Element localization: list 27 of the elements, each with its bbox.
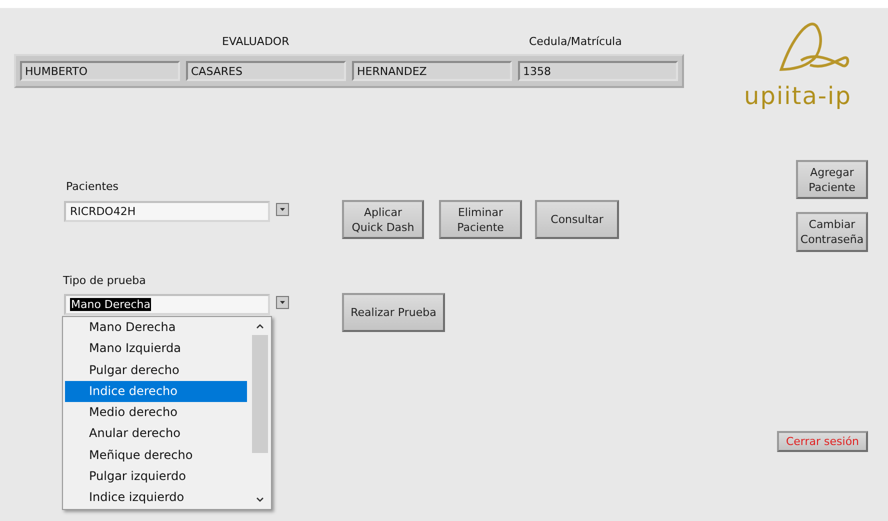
dropdown-option[interactable]: Mano Izquierda <box>65 338 247 360</box>
logo-text: upiita-ip <box>744 82 852 110</box>
dropdown-option[interactable]: Indice izquierdo <box>65 487 247 509</box>
action-button[interactable]: Cambiar Contraseña <box>796 212 868 252</box>
scrollbar-thumb[interactable] <box>252 335 268 453</box>
action-button[interactable]: Aplicar Quick Dash <box>342 200 424 239</box>
dropdown-option[interactable]: Indice derecho <box>65 380 247 402</box>
test-type-combobox[interactable]: Mano Derecha <box>64 294 270 315</box>
patients-label: Pacientes <box>66 180 119 193</box>
dropdown-option[interactable]: Mano Derecha <box>65 317 247 338</box>
dropdown-option[interactable]: Pulgar derecho <box>65 360 247 381</box>
id-label: Cedula/Matrícula <box>529 35 622 48</box>
text-field[interactable]: HERNANDEZ <box>352 61 512 81</box>
text-field[interactable]: HUMBERTO <box>20 61 180 81</box>
action-button[interactable]: Eliminar Paciente <box>439 200 522 239</box>
evaluator-label: EVALUADOR <box>222 35 290 48</box>
action-button[interactable]: Agregar Paciente <box>796 160 868 199</box>
dropdown-option[interactable]: Meñique derecho <box>65 444 247 466</box>
text-field[interactable]: 1358 <box>518 61 678 81</box>
action-button[interactable]: Consultar <box>535 200 619 239</box>
action-button[interactable]: Realizar Prueba <box>342 293 445 332</box>
test-type-label: Tipo de prueba <box>63 274 146 287</box>
text-field[interactable]: CASARES <box>186 61 346 81</box>
dropdown-option[interactable]: Anular derecho <box>65 423 247 445</box>
dropdown-option[interactable]: Pulgar izquierdo <box>65 466 247 488</box>
patients-combobox[interactable]: RICRDO42H <box>64 201 270 222</box>
dropdown-option[interactable]: Medio derecho <box>65 402 247 424</box>
